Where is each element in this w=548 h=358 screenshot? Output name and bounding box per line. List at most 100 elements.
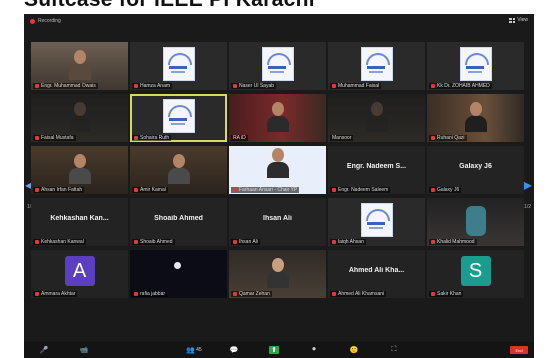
participant-tile[interactable]: Muhammad Faisal [328, 42, 425, 90]
participant-tile[interactable]: Naser Ul Sayab [229, 42, 326, 90]
participant-tile[interactable]: rafia jabbar [130, 250, 227, 298]
chat-button[interactable]: 💬 [214, 342, 254, 358]
participants-button[interactable]: 👥 45 [174, 342, 214, 358]
moon-icon [174, 262, 181, 269]
participant-name: Ahmed Ali Khamsani [338, 291, 385, 297]
record-icon: ⏺ [312, 346, 316, 353]
participant-name-label: RA iD [231, 135, 248, 141]
muted-microphone-icon [332, 188, 336, 192]
participants-count: 45 [196, 347, 202, 353]
participant-name-label: Ruhani Qazi [429, 135, 467, 141]
participant-name: Kk Dr. ZOHAIB AHMED [437, 83, 490, 89]
participant-name-label: Kehkashan Kanwal [33, 239, 86, 245]
participant-name-label: Shoaib Ahmed [132, 239, 175, 245]
participant-name: Khalid Mahmood [437, 239, 475, 245]
recording-icon [30, 18, 35, 24]
participant-name: Farhaan Ansari - Chair YP [239, 187, 298, 193]
participant-tile[interactable]: S Sakir Khan [427, 250, 524, 298]
participant-tile[interactable]: Ruhani Qazi [427, 94, 524, 142]
muted-microphone-icon [233, 240, 237, 244]
muted-microphone-icon [332, 240, 336, 244]
participant-name-label: laiqh Ahsan [330, 239, 366, 245]
participant-tile[interactable]: Ihsan Ali Ihsan Ali [229, 198, 326, 246]
participant-tile[interactable]: Kk Dr. ZOHAIB AHMED [427, 42, 524, 90]
muted-microphone-icon [134, 240, 138, 244]
end-meeting-button[interactable]: End [510, 346, 528, 354]
participant-name: Naser Ul Sayab [239, 83, 275, 89]
participant-gallery: Engr. Muhammad Owais Hamza Anam Naser Ul S… [31, 42, 527, 350]
unmute-button[interactable]: 🎤 [24, 342, 64, 358]
participant-tile[interactable]: A Ammara Akhtar [31, 250, 128, 298]
participant-tile[interactable]: Ahmed Ali Kha... Ahmed Ali Khamsani [328, 250, 425, 298]
participant-tile[interactable]: Hamza Anam [130, 42, 227, 90]
caption-banner: Suitcase for IEEE PI Karachi [0, 0, 548, 14]
participant-name-label: rafia jabbar [132, 291, 168, 297]
muted-microphone-icon [431, 240, 435, 244]
participant-tile[interactable]: Mansoor [328, 94, 425, 142]
participant-video-icon [68, 50, 91, 80]
participant-tile[interactable]: Khalid Mahmood [427, 198, 524, 246]
participant-video-icon [464, 102, 487, 132]
participant-name-label: Farhaan Ansari - Chair YP [231, 187, 300, 193]
record-button[interactable]: ⏺ [294, 342, 334, 358]
share-screen-button[interactable]: ⬆ [254, 342, 294, 358]
participant-display-name: Kehkashan Kan... [50, 215, 109, 222]
participant-video-icon [465, 206, 486, 236]
participant-display-name: Galaxy J6 [459, 163, 492, 170]
ieee-logo-icon [162, 47, 195, 81]
participant-name: Ahsan Irfan Fattah [41, 187, 83, 193]
share-screen-icon: ⬆ [269, 346, 279, 354]
participant-display-name: Engr. Nadeem S... [346, 163, 407, 170]
participant-name: Engr. Muhammad Owais [41, 83, 96, 89]
participant-name: laiqh Ahsan [338, 239, 364, 245]
participant-name-label: Mansoor [330, 135, 354, 141]
participant-tile[interactable]: Ahsan Irfan Fattah [31, 146, 128, 194]
participant-tile[interactable]: Qamar Zehan [229, 250, 326, 298]
participant-name-label: Engr. Muhammad Owais [33, 83, 98, 89]
participant-tile[interactable]: Kehkashan Kan... Kehkashan Kanwal [31, 198, 128, 246]
participant-name: Shoaib Ahmed [140, 239, 173, 245]
participant-name: Galaxy J6 [437, 187, 460, 193]
participant-tile[interactable]: RA iD [229, 94, 326, 142]
reactions-button[interactable]: 🙂 [334, 342, 374, 358]
ieee-logo-icon [360, 47, 393, 81]
participant-tile[interactable]: Faisal Mustafa [31, 94, 128, 142]
participant-name-label: Galaxy J6 [429, 187, 462, 193]
participant-display-name: Shoaib Ahmed [154, 215, 203, 222]
muted-microphone-icon [35, 292, 39, 296]
participant-name: Qamar Zehan [239, 291, 270, 297]
zoom-meeting-window: Recording View ◀ 1/2 ▶ 1/2 Engr. Muhamma… [24, 14, 534, 358]
start-video-button[interactable]: 📹 [64, 342, 104, 358]
participant-name-label: Engr. Nadeem Saleem [330, 187, 391, 193]
participant-tile[interactable]: Engr. Nadeem S... Engr. Nadeem Saleem [328, 146, 425, 194]
participant-tile[interactable]: Sohaira Ruth [130, 94, 227, 142]
participant-name: Engr. Nadeem Saleem [338, 187, 389, 193]
muted-microphone-icon [35, 188, 39, 192]
view-button[interactable]: View [509, 17, 528, 23]
muted-microphone-icon [431, 136, 435, 140]
reactions-icon: 🙂 [349, 347, 359, 354]
participant-tile[interactable]: Amir Kamal [130, 146, 227, 194]
participant-name: RA iD [233, 135, 246, 141]
participant-name-label: Hamza Anam [132, 83, 173, 89]
participant-name-label: Sohaira Ruth [132, 135, 172, 141]
participant-tile[interactable]: Shoaib Ahmed Shoaib Ahmed [130, 198, 227, 246]
muted-microphone-icon [134, 84, 138, 88]
muted-microphone-icon [134, 188, 138, 192]
participant-tile[interactable]: Farhaan Ansari - Chair YP [229, 146, 326, 194]
participant-video-icon [68, 154, 91, 184]
participant-name-label: Ahsan Irfan Fattah [33, 187, 85, 193]
gallery-view-icon [509, 17, 516, 23]
muted-microphone-icon [431, 292, 435, 296]
caption-text: Suitcase for IEEE PI Karachi [24, 0, 315, 12]
participant-name-label: Qamar Zehan [231, 291, 272, 297]
view-label: View [517, 17, 528, 23]
participant-tile[interactable]: Galaxy J6 Galaxy J6 [427, 146, 524, 194]
participant-tile[interactable]: laiqh Ahsan [328, 198, 425, 246]
participant-tile[interactable]: Engr. Muhammad Owais [31, 42, 128, 90]
ieee-logo-icon [162, 99, 195, 133]
apps-button[interactable]: ⛶ [374, 342, 414, 358]
participant-name: Ammara Akhtar [41, 291, 76, 297]
video-camera-icon: 📹 [79, 347, 89, 354]
participant-name: rafia jabbar [140, 291, 166, 297]
